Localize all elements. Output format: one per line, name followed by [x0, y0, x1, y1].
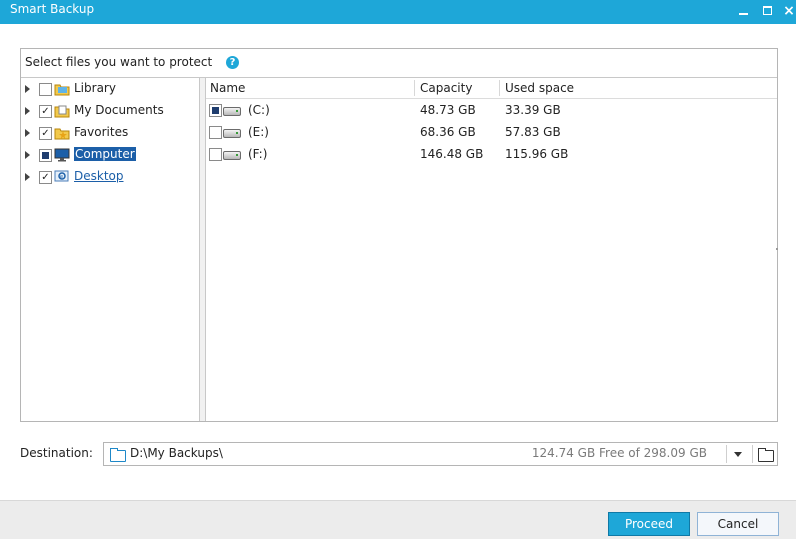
checkbox[interactable]: ✓: [39, 105, 52, 118]
drive-used-space: 115.96 GB: [505, 147, 569, 161]
checkbox[interactable]: [39, 149, 52, 162]
drive-used-space: 57.83 GB: [505, 125, 561, 139]
tree-item-label: Library: [74, 81, 116, 95]
scrollbar-grip[interactable]: [776, 248, 778, 250]
grid-header: Name Capacity Used space: [206, 78, 777, 99]
folder-tree: Library ✓ My Documents ✓ Favorites Compu…: [21, 78, 200, 421]
computer-icon: [54, 148, 70, 162]
column-separator[interactable]: [499, 80, 500, 96]
browse-folder-button[interactable]: [754, 443, 776, 465]
tree-item-label: Favorites: [74, 125, 129, 139]
checkbox[interactable]: [39, 83, 52, 96]
destination-path[interactable]: D:\My Backups\: [130, 446, 223, 460]
panel-header: Select files you want to protect: [25, 55, 213, 69]
column-header-used-space[interactable]: Used space: [505, 81, 574, 95]
drive-name: (F:): [248, 147, 268, 161]
close-button[interactable]: ×: [778, 0, 796, 22]
cancel-button[interactable]: Cancel: [697, 512, 779, 536]
drive-list: Name Capacity Used space (C:) 48.73 GB 3…: [206, 78, 778, 421]
drive-used-space: 33.39 GB: [505, 103, 561, 117]
combobox-separator: [726, 445, 727, 463]
drive-icon: [223, 129, 241, 138]
checkbox[interactable]: [209, 148, 222, 161]
tree-item-label: My Documents: [74, 103, 164, 117]
desktop-icon: e: [54, 170, 69, 182]
tree-item-label: Desktop: [74, 169, 124, 183]
expand-arrow-icon[interactable]: [25, 85, 30, 93]
minimize-button[interactable]: [733, 0, 755, 22]
documents-folder-icon: [54, 105, 70, 118]
close-icon: ×: [783, 3, 795, 19]
table-row[interactable]: (E:) 68.36 GB 57.83 GB: [206, 121, 777, 143]
window-title: Smart Backup: [10, 2, 95, 16]
tree-item-desktop[interactable]: ✓ e Desktop: [21, 167, 199, 187]
help-icon[interactable]: ?: [226, 56, 239, 69]
drive-capacity: 48.73 GB: [420, 103, 476, 117]
destination-label: Destination:: [20, 446, 93, 460]
destination-combobox[interactable]: D:\My Backups\ 124.74 GB Free of 298.09 …: [103, 442, 778, 466]
dialog-footer: Proceed Cancel: [0, 500, 796, 539]
minimize-icon: [739, 13, 748, 15]
table-row[interactable]: (F:) 146.48 GB 115.96 GB: [206, 143, 777, 165]
tree-item-favorites[interactable]: ✓ Favorites: [21, 123, 199, 143]
folder-icon: [110, 448, 126, 462]
checkbox[interactable]: [209, 126, 222, 139]
favorites-folder-icon: [54, 128, 70, 140]
title-bar: Smart Backup ×: [0, 0, 796, 24]
maximize-button[interactable]: [757, 0, 779, 22]
library-folder-icon: [54, 84, 70, 96]
expand-arrow-icon[interactable]: [25, 173, 30, 181]
drive-name: (E:): [248, 125, 269, 139]
drive-capacity: 146.48 GB: [420, 147, 484, 161]
browse-folder-icon: [758, 448, 774, 462]
checkbox[interactable]: [209, 104, 222, 117]
column-header-name[interactable]: Name: [210, 81, 245, 95]
checkbox[interactable]: ✓: [39, 127, 52, 140]
tree-item-library[interactable]: Library: [21, 79, 199, 99]
destination-free-space: 124.74 GB Free of 298.09 GB: [531, 446, 707, 460]
drive-icon: [223, 107, 241, 116]
chevron-down-icon[interactable]: [734, 452, 742, 457]
svg-text:e: e: [60, 174, 63, 180]
expand-arrow-icon[interactable]: [25, 107, 30, 115]
file-selection-panel: Select files you want to protect ? Libra…: [20, 48, 778, 422]
proceed-button[interactable]: Proceed: [608, 512, 690, 536]
combobox-separator: [752, 445, 753, 463]
maximize-icon: [763, 6, 772, 15]
tree-item-my-documents[interactable]: ✓ My Documents: [21, 101, 199, 121]
expand-arrow-icon[interactable]: [25, 129, 30, 137]
drive-capacity: 68.36 GB: [420, 125, 476, 139]
column-header-capacity[interactable]: Capacity: [420, 81, 472, 95]
column-separator[interactable]: [414, 80, 415, 96]
checkbox[interactable]: ✓: [39, 171, 52, 184]
tree-item-label: Computer: [74, 147, 136, 161]
drive-icon: [223, 151, 241, 160]
drive-name: (C:): [248, 103, 270, 117]
tree-item-computer[interactable]: Computer: [21, 145, 199, 165]
expand-arrow-icon[interactable]: [25, 151, 30, 159]
table-row[interactable]: (C:) 48.73 GB 33.39 GB: [206, 99, 777, 121]
